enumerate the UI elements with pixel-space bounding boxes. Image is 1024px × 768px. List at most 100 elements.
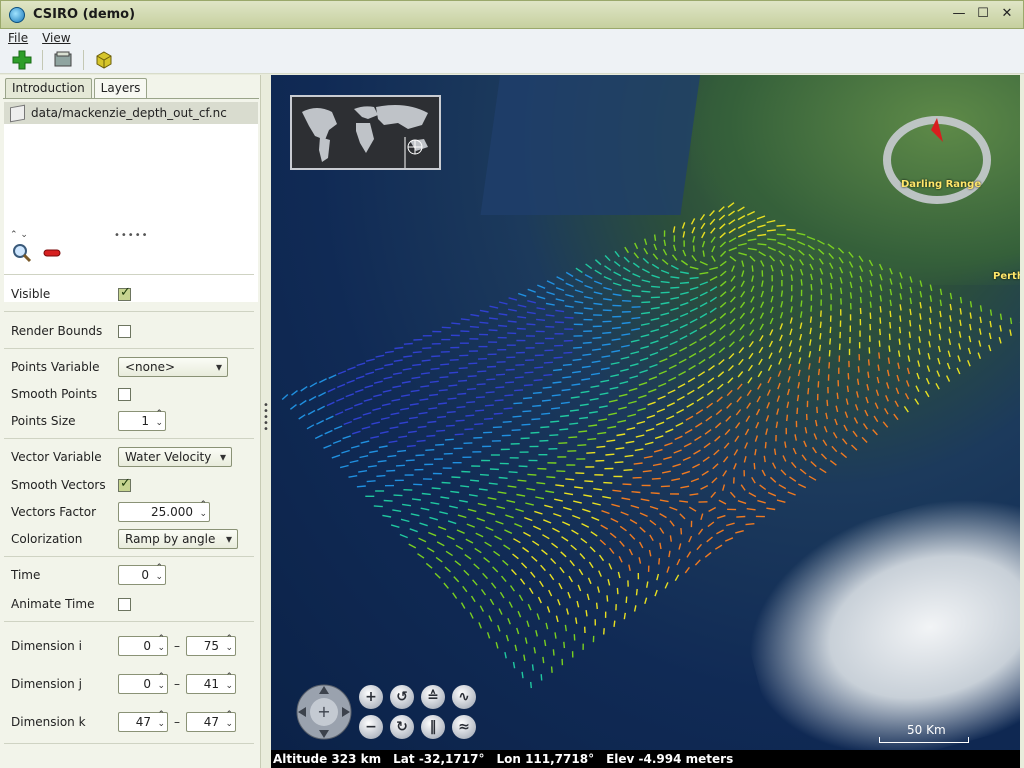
vector-arrow [788, 340, 793, 347]
compass-icon[interactable] [882, 115, 992, 205]
layer-list: data/mackenzie_depth_out_cf.nc [4, 102, 258, 302]
menu-file[interactable]: File [8, 31, 28, 45]
vector-variable-select[interactable]: Water Velocity [118, 447, 232, 467]
vector-arrow [449, 505, 458, 509]
tilt-up-icon[interactable]: ≙ [421, 685, 445, 709]
vector-arrow [587, 577, 592, 585]
dimension-j-from[interactable]: 0 [118, 673, 168, 694]
vector-arrow [698, 347, 707, 353]
dimension-j-to[interactable]: 41 [186, 673, 236, 694]
world-minimap[interactable] [290, 95, 441, 170]
vector-arrow [636, 420, 646, 425]
zoom-in-icon[interactable]: + [359, 685, 383, 709]
vector-arrow [571, 383, 581, 386]
pan-control-icon[interactable]: + [295, 683, 353, 741]
open-layer-button[interactable] [51, 48, 75, 72]
vector-arrow [516, 493, 526, 497]
vector-arrow [618, 555, 623, 563]
vector-arrow [629, 375, 639, 379]
vector-arrow [466, 388, 476, 391]
vector-arrow [598, 554, 605, 562]
vector-arrow [729, 318, 736, 325]
vector-arrow [623, 266, 631, 273]
time-spinner[interactable]: 0 [118, 564, 166, 585]
panel-resize-handle[interactable]: • • • • • [263, 401, 269, 435]
panel-tabs: Introduction Layers [5, 78, 149, 98]
rotate-right-icon[interactable]: ↻ [390, 715, 414, 739]
exaggeration-up-icon[interactable]: ∿ [452, 685, 476, 709]
points-variable-select[interactable]: <none> [118, 357, 228, 377]
vector-arrow [818, 258, 824, 265]
vector-arrow [679, 513, 686, 520]
vector-arrow [757, 383, 762, 390]
dimension-i-to[interactable]: 75 [186, 635, 236, 656]
rotate-left-icon[interactable]: ↺ [390, 685, 414, 709]
points-size-spinner[interactable]: 1 [118, 410, 166, 431]
splitter-grip-icon[interactable]: ••••• [114, 230, 149, 241]
vector-arrow [796, 232, 806, 236]
tab-introduction[interactable]: Introduction [5, 78, 92, 98]
vector-arrow [709, 318, 717, 325]
smooth-vectors-checkbox[interactable] [118, 476, 131, 492]
zoom-out-icon[interactable]: − [359, 715, 383, 739]
cube-button[interactable] [92, 48, 116, 72]
animate-time-checkbox[interactable] [118, 597, 131, 611]
tab-layers[interactable]: Layers [93, 78, 148, 98]
vector-arrow [411, 376, 421, 380]
visible-checkbox[interactable] [118, 285, 131, 301]
vector-arrow [531, 555, 538, 562]
smooth-points-checkbox[interactable] [118, 387, 131, 401]
vector-arrow [517, 479, 527, 482]
vectors-factor-row: Vectors Factor 25.000 [11, 501, 210, 522]
zoom-to-layer-icon[interactable] [12, 243, 32, 263]
dimension-i-from[interactable]: 0 [118, 635, 168, 656]
vector-arrow [603, 481, 613, 484]
vector-arrow [523, 654, 526, 662]
vector-arrow [946, 362, 951, 370]
vector-arrow [914, 398, 920, 405]
globe-view[interactable]: Darling Range Perth 50 Km + + − ↺ ↻ ≙ ‖ … [271, 75, 1020, 750]
remove-layer-icon[interactable] [42, 243, 62, 263]
render-bounds-checkbox[interactable] [118, 324, 131, 338]
vector-arrow [650, 306, 660, 310]
menu-view[interactable]: View [42, 31, 70, 45]
tilt-down-icon[interactable]: ‖ [421, 715, 445, 739]
dimension-k-label: Dimension k [11, 715, 86, 729]
layer-item[interactable]: data/mackenzie_depth_out_cf.nc [4, 102, 258, 124]
vector-arrow [588, 411, 598, 414]
vector-arrow [564, 492, 574, 496]
vector-arrow [640, 322, 650, 326]
status-longitude: Lon 111,7718° [496, 752, 595, 766]
vector-arrow [576, 600, 580, 608]
vector-arrow [670, 318, 679, 323]
vectors-factor-spinner[interactable]: 25.000 [118, 501, 210, 522]
vector-arrow [552, 649, 555, 656]
minimize-button[interactable]: — [949, 7, 969, 23]
vector-arrow [583, 296, 593, 300]
vector-arrow [671, 254, 678, 261]
scale-bar: 50 Km [879, 723, 969, 743]
vector-arrow [619, 525, 627, 532]
maximize-button[interactable]: ☐ [973, 7, 993, 23]
vector-arrow [664, 582, 669, 589]
dimension-k-to[interactable]: 47 [186, 711, 236, 732]
vector-arrow [888, 345, 891, 352]
vector-arrow [625, 440, 635, 444]
vector-arrow [959, 296, 963, 304]
vector-arrow [453, 576, 460, 583]
vector-arrow [917, 360, 921, 367]
exaggeration-down-icon[interactable]: ≈ [452, 715, 476, 739]
vector-arrow [543, 373, 553, 377]
vector-arrow [582, 508, 591, 513]
colorization-select[interactable]: Ramp by angle [118, 529, 238, 549]
vector-arrow [618, 393, 628, 397]
vector-arrow [680, 259, 689, 266]
vector-arrow [760, 260, 765, 267]
add-layer-button[interactable] [10, 48, 34, 72]
vector-arrow [546, 476, 556, 479]
vector-arrow [454, 560, 462, 567]
vector-arrow [727, 202, 735, 208]
dimension-k-from[interactable]: 47 [118, 711, 168, 732]
close-button[interactable]: ✕ [997, 7, 1017, 23]
vector-arrow [878, 263, 884, 271]
